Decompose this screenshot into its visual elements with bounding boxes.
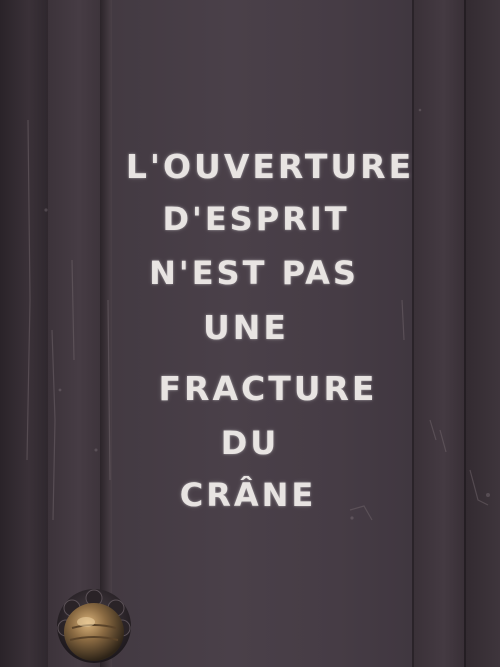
door-stile-right: [414, 0, 466, 667]
graffiti-line-5: FRACTURE: [158, 369, 378, 408]
door-frame-right: [466, 0, 500, 667]
graffiti-line-3: N'EST PAS: [149, 254, 359, 292]
graffiti-line-4: UNE: [203, 308, 289, 347]
door-knob-icon[interactable]: [56, 588, 136, 667]
graffiti-line-2: D'ESPRIT: [162, 200, 350, 238]
graffiti-line-6: DU: [220, 424, 280, 462]
graffiti-line-1: L'OUVERTURE: [125, 147, 415, 186]
door-photo: L'OUVERTURE D'ESPRIT N'EST PAS UNE FRACT…: [0, 0, 500, 667]
door-frame-left: [0, 0, 50, 667]
graffiti-line-7: CRÂNE: [179, 476, 317, 514]
stencil-graffiti: L'OUVERTURE D'ESPRIT N'EST PAS UNE FRACT…: [112, 140, 412, 511]
